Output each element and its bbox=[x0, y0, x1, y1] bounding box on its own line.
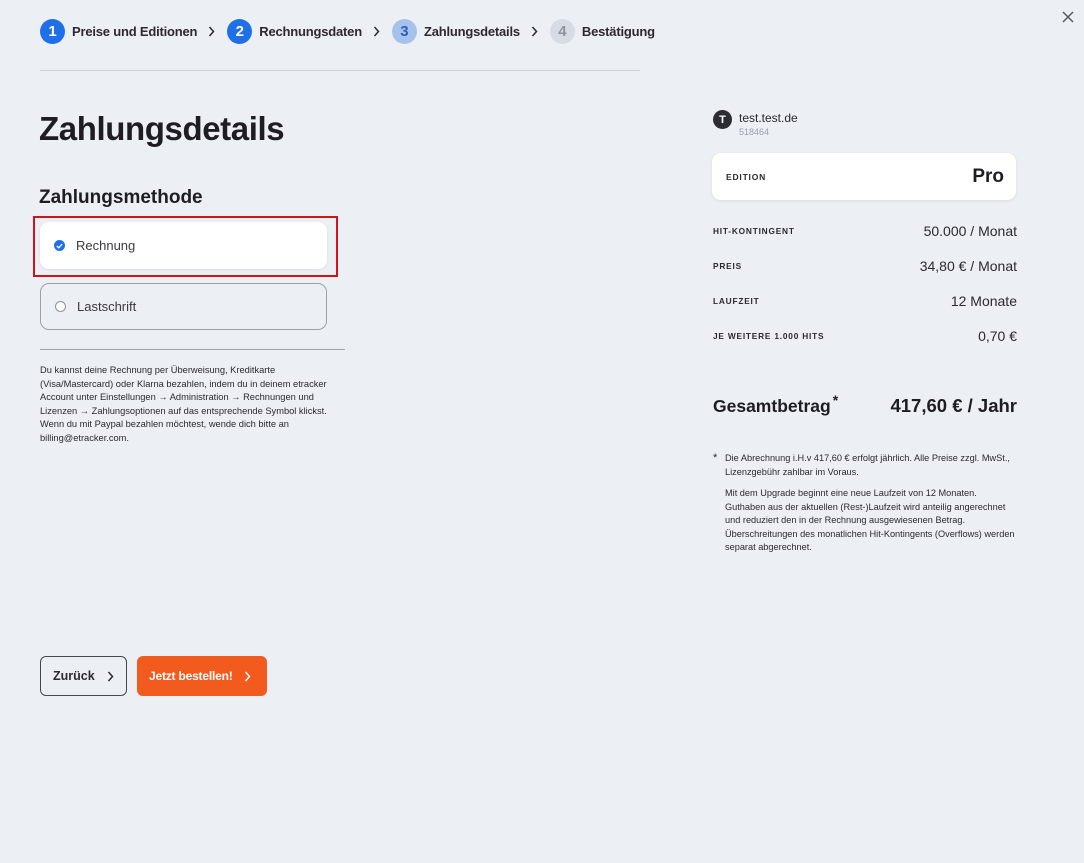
summary-row-value: 12 Monate bbox=[950, 293, 1017, 309]
step-label: Bestätigung bbox=[581, 24, 655, 39]
back-button-label: Zurück bbox=[53, 669, 95, 683]
payment-option-lastschrift[interactable]: Lastschrift bbox=[40, 283, 327, 330]
summary-row-weitere-hits: JE WEITERE 1.000 HITS 0,70 € bbox=[713, 327, 1017, 345]
radio-unchecked-icon[interactable] bbox=[55, 301, 66, 312]
summary-row-label: JE WEITERE 1.000 HITS bbox=[713, 331, 825, 341]
total-value: 417,60 € / Jahr bbox=[890, 394, 1017, 416]
progress-stepper: 1 Preise und Editionen 2 Rechnungsdaten … bbox=[40, 19, 655, 44]
stepper-divider bbox=[40, 70, 640, 71]
summary-row-hit-kontingent: HIT-KONTINGENT 50.000 / Monat bbox=[713, 222, 1017, 240]
summary-row-label: LAUFZEIT bbox=[713, 296, 760, 306]
total-footnote-marker: * bbox=[832, 392, 839, 408]
chevron-right-icon bbox=[107, 671, 114, 682]
payment-option-label: Lastschrift bbox=[77, 299, 137, 314]
footnote-upgrade-text: Mit dem Upgrade beginnt eine neue Laufze… bbox=[725, 488, 1015, 552]
step-number: 1 bbox=[40, 19, 65, 44]
total-label-text: Gesamtbetrag bbox=[713, 395, 831, 416]
step-number: 4 bbox=[549, 19, 575, 44]
footnote-marker: * bbox=[713, 452, 718, 464]
account-info: T test.test.de 518464 bbox=[713, 110, 798, 138]
close-button[interactable] bbox=[1056, 6, 1080, 28]
radio-checked-icon[interactable] bbox=[54, 240, 65, 251]
chevron-right-icon bbox=[531, 26, 538, 37]
avatar: T bbox=[713, 110, 732, 129]
account-name: test.test.de bbox=[739, 111, 798, 125]
checkout-dialog: 1 Preise und Editionen 2 Rechnungsdaten … bbox=[0, 0, 1084, 863]
step-zahlungsdetails: 3 Zahlungsdetails bbox=[391, 19, 520, 44]
step-bestaetigung: 4 Bestätigung bbox=[549, 19, 655, 44]
payment-option-label: Rechnung bbox=[76, 238, 136, 253]
summary-row-value: 0,70 € bbox=[978, 328, 1017, 344]
summary-row-laufzeit: LAUFZEIT 12 Monate bbox=[713, 292, 1017, 310]
payment-option-rechnung[interactable]: Rechnung bbox=[40, 222, 327, 269]
step-preise-und-editionen[interactable]: 1 Preise und Editionen bbox=[40, 19, 197, 44]
edition-label: EDITION bbox=[726, 171, 767, 182]
edition-card: EDITION Pro bbox=[712, 153, 1016, 200]
footnote-billing-text: Die Abrechnung i.H.v 417,60 € erfolgt jä… bbox=[725, 453, 1010, 477]
order-button[interactable]: Jetzt bestellen! bbox=[137, 656, 267, 696]
back-button[interactable]: Zurück bbox=[40, 656, 127, 696]
close-icon bbox=[1062, 11, 1074, 23]
account-id: 518464 bbox=[739, 127, 770, 137]
summary-row-value: 34,80 € / Monat bbox=[919, 258, 1017, 274]
step-rechnungsdaten[interactable]: 2 Rechnungsdaten bbox=[227, 19, 362, 44]
step-number: 3 bbox=[391, 19, 417, 44]
step-label: Preise und Editionen bbox=[72, 24, 198, 39]
total-row: Gesamtbetrag * 417,60 € / Jahr bbox=[713, 392, 1017, 417]
step-number: 2 bbox=[227, 19, 253, 44]
chevron-right-icon bbox=[208, 26, 215, 37]
payment-info-text: Du kannst deine Rechnung per Überweisung… bbox=[40, 365, 327, 443]
summary-row-preis: PREIS 34,80 € / Monat bbox=[713, 257, 1017, 275]
summary-row-label: HIT-KONTINGENT bbox=[713, 226, 795, 236]
summary-row-label: PREIS bbox=[713, 261, 742, 271]
chevron-right-icon bbox=[244, 671, 251, 682]
order-button-label: Jetzt bestellen! bbox=[149, 669, 233, 683]
summary-row-value: 50.000 / Monat bbox=[923, 223, 1017, 239]
payment-method-heading: Zahlungsmethode bbox=[39, 187, 203, 208]
step-label: Rechnungsdaten bbox=[259, 24, 362, 39]
edition-value: Pro bbox=[972, 165, 1004, 187]
divider bbox=[40, 349, 345, 350]
chevron-right-icon bbox=[373, 26, 380, 37]
footnote: * Die Abrechnung i.H.v 417,60 € erfolgt … bbox=[713, 452, 1018, 555]
page-title: Zahlungsdetails bbox=[39, 110, 285, 147]
total-label: Gesamtbetrag * bbox=[713, 392, 838, 417]
step-label: Zahlungsdetails bbox=[423, 24, 520, 39]
